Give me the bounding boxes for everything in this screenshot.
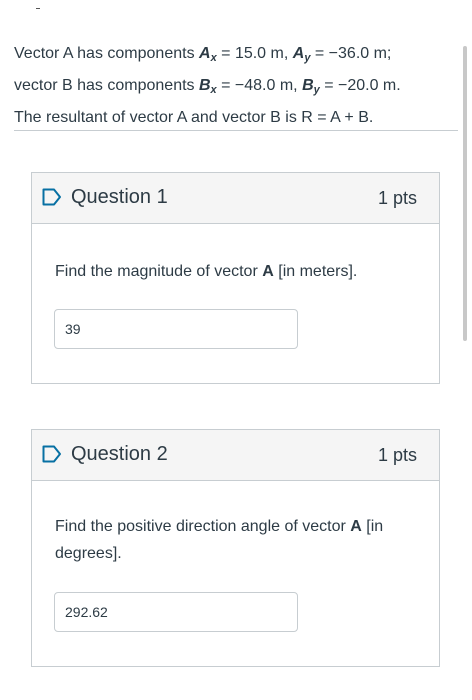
question-1-title: Question 1 bbox=[71, 186, 168, 208]
problem-statement: Vector A has components Ax = 15.0 m, Ay … bbox=[14, 40, 454, 131]
question-2-text-bold: A bbox=[350, 518, 362, 535]
flag-outline-icon[interactable] bbox=[42, 188, 62, 206]
ax-label: A bbox=[199, 45, 211, 62]
question-2-answer-input[interactable]: 292.62 bbox=[54, 592, 298, 632]
divider bbox=[14, 130, 458, 131]
bx-label: B bbox=[198, 77, 211, 94]
flag-outline-icon[interactable] bbox=[42, 445, 62, 463]
question-2-card: Question 2 1 pts Find the positive direc… bbox=[31, 429, 440, 667]
question-2-points: 1 pts bbox=[377, 445, 417, 465]
question-2-title: Question 2 bbox=[71, 443, 168, 465]
bx-value: = −48.0 m, bbox=[216, 77, 303, 94]
question-1-answer-input[interactable]: 39 bbox=[54, 309, 298, 349]
question-2-header: Question 2 1 pts bbox=[32, 430, 439, 481]
intro-line-1-prefix: Vector A has components bbox=[14, 45, 200, 62]
scrollbar[interactable] bbox=[463, 46, 467, 341]
question-1-text-suffix: [in meters]. bbox=[273, 263, 358, 280]
intro-line-1: Vector A has components Ax = 15.0 m, Ay … bbox=[14, 40, 454, 72]
quiz-page: Vector A has components Ax = 15.0 m, Ay … bbox=[0, 0, 472, 700]
question-2-text-prefix: Find the positive direction angle of vec… bbox=[55, 518, 351, 535]
ay-value: = −36.0 m; bbox=[310, 45, 392, 62]
top-mark bbox=[36, 8, 40, 9]
question-1-text: Find the magnitude of vector A [in meter… bbox=[55, 258, 425, 285]
ax-value: = 15.0 m, bbox=[216, 45, 293, 62]
question-1-card: Question 1 1 pts Find the magnitude of v… bbox=[31, 172, 440, 384]
intro-line-3: The resultant of vector A and vector B i… bbox=[14, 109, 374, 126]
intro-line-2: vector B has components Bx = −48.0 m, By… bbox=[14, 72, 454, 104]
question-1-text-prefix: Find the magnitude of vector bbox=[55, 263, 263, 280]
question-1-header: Question 1 1 pts bbox=[32, 173, 439, 224]
by-value: = −20.0 m. bbox=[319, 77, 401, 94]
question-2-text: Find the positive direction angle of vec… bbox=[55, 513, 425, 567]
by-label: B bbox=[302, 77, 314, 94]
question-1-points: 1 pts bbox=[377, 188, 417, 208]
intro-line-2-prefix: vector B has components bbox=[14, 77, 199, 94]
question-1-text-bold: A bbox=[262, 263, 274, 280]
ay-label: A bbox=[292, 45, 305, 62]
